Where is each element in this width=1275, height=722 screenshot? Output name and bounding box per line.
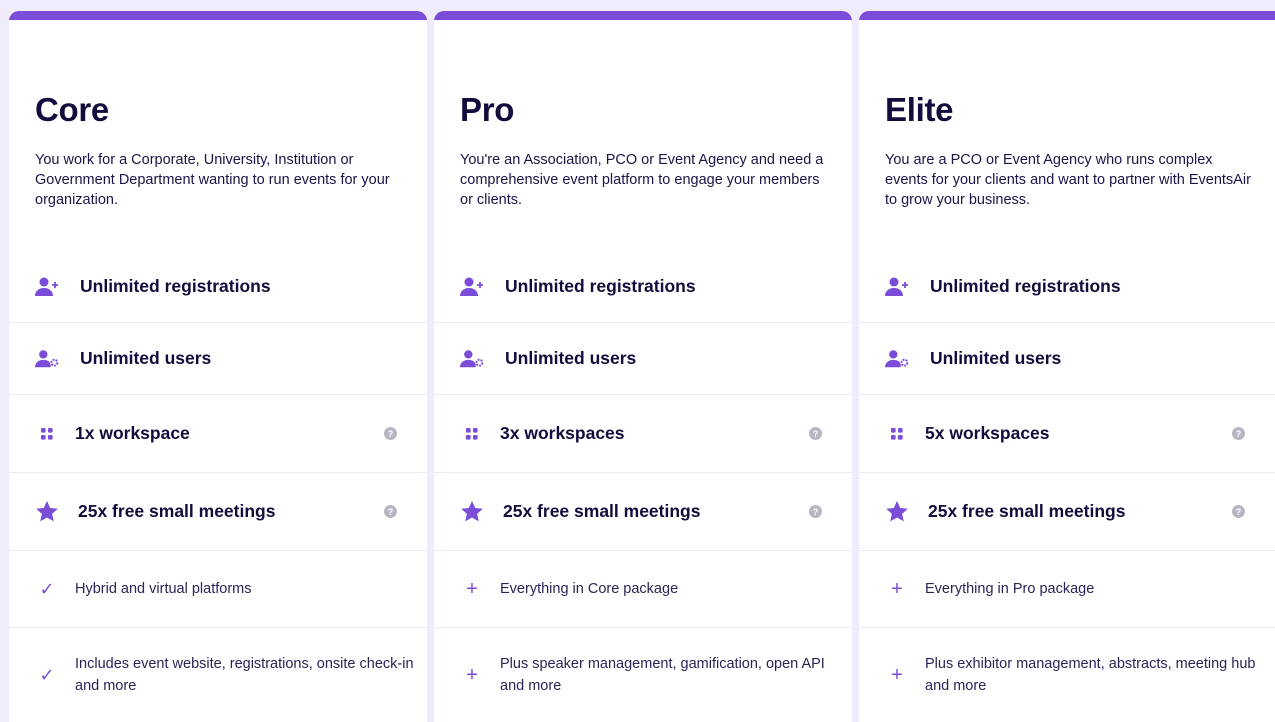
help-icon[interactable]: ? — [809, 427, 822, 440]
check-icon: ✓ — [39, 578, 55, 599]
plan-title: Core — [35, 91, 109, 128]
plan-description: You work for a Corporate, University, In… — [35, 152, 390, 208]
plan-card-pro: Pro You're an Association, PCO or Event … — [434, 11, 852, 722]
feature-label: 3x workspaces — [500, 423, 625, 443]
feature-label: Unlimited users — [80, 348, 212, 368]
feature-row-item: + Everything in Pro package — [859, 551, 1275, 628]
card-accent-bar — [9, 11, 427, 20]
star-icon — [35, 500, 59, 524]
help-icon[interactable]: ? — [809, 505, 822, 518]
feature-row-users: Unlimited users — [859, 323, 1275, 395]
feature-row-item: + Everything in Core package — [434, 551, 852, 628]
plan-title: Elite — [885, 91, 954, 128]
feature-label: Unlimited users — [930, 348, 1062, 368]
feature-row-registrations: Unlimited registrations — [9, 251, 427, 323]
feature-label: Unlimited users — [505, 348, 637, 368]
plus-icon: + — [466, 663, 478, 686]
feature-row-users: Unlimited users — [434, 323, 852, 395]
feature-row-item: ✓ Hybrid and virtual platforms — [9, 551, 427, 628]
grid-icon — [460, 422, 484, 446]
user-gear-icon — [885, 347, 909, 371]
feature-label: Unlimited registrations — [930, 276, 1121, 296]
plus-icon: + — [466, 577, 478, 600]
feature-label: 25x free small meetings — [928, 501, 1126, 521]
check-icon: ✓ — [39, 664, 55, 685]
feature-label: 25x free small meetings — [503, 501, 701, 521]
star-icon — [885, 500, 909, 524]
user-plus-icon — [460, 275, 484, 299]
user-gear-icon — [460, 347, 484, 371]
feature-label: Plus exhibitor management, abstracts, me… — [925, 656, 1256, 694]
feature-row-item: + Plus speaker management, gamification,… — [434, 628, 852, 722]
feature-row-workspaces: 5x workspaces ? — [859, 395, 1275, 473]
feature-label: Everything in Core package — [500, 581, 679, 597]
plus-icon: + — [891, 663, 903, 686]
user-plus-icon — [35, 275, 59, 299]
feature-label: 1x workspace — [75, 423, 190, 443]
feature-label: Unlimited registrations — [505, 276, 696, 296]
user-plus-icon — [885, 275, 909, 299]
grid-icon — [35, 422, 59, 446]
feature-row-meetings: 25x free small meetings ? — [434, 473, 852, 551]
plan-card-core: Core You work for a Corporate, Universit… — [9, 11, 427, 722]
user-gear-icon — [35, 347, 59, 371]
card-accent-bar — [434, 11, 852, 20]
help-icon[interactable]: ? — [1232, 505, 1245, 518]
plan-title: Pro — [460, 91, 515, 128]
plan-card-elite: Elite You are a PCO or Event Agency who … — [859, 11, 1275, 722]
feature-label: 5x workspaces — [925, 423, 1050, 443]
feature-label: Unlimited registrations — [80, 276, 271, 296]
grid-icon — [885, 422, 909, 446]
card-accent-bar — [859, 11, 1275, 20]
help-icon[interactable]: ? — [384, 505, 397, 518]
feature-label: Plus speaker management, gamification, o… — [500, 656, 825, 694]
feature-row-registrations: Unlimited registrations — [434, 251, 852, 323]
feature-row-workspaces: 1x workspace ? — [9, 395, 427, 473]
feature-label: Everything in Pro package — [925, 581, 1095, 597]
feature-label: 25x free small meetings — [78, 501, 276, 521]
plus-icon: + — [891, 577, 903, 600]
feature-row-meetings: 25x free small meetings ? — [859, 473, 1275, 551]
plan-description: You're an Association, PCO or Event Agen… — [460, 152, 824, 208]
plan-description: You are a PCO or Event Agency who runs c… — [885, 152, 1251, 208]
feature-row-meetings: 25x free small meetings ? — [9, 473, 427, 551]
feature-row-registrations: Unlimited registrations — [859, 251, 1275, 323]
feature-label: Includes event website, registrations, o… — [75, 656, 414, 694]
feature-row-item: ✓ Includes event website, registrations,… — [9, 628, 427, 722]
pricing-page: Core You work for a Corporate, Universit… — [0, 0, 1275, 722]
feature-label: Hybrid and virtual platforms — [75, 581, 252, 597]
help-icon[interactable]: ? — [1232, 427, 1245, 440]
feature-row-workspaces: 3x workspaces ? — [434, 395, 852, 473]
help-icon[interactable]: ? — [384, 427, 397, 440]
feature-row-users: Unlimited users — [9, 323, 427, 395]
feature-row-item: + Plus exhibitor management, abstracts, … — [859, 628, 1275, 722]
star-icon — [460, 500, 484, 524]
